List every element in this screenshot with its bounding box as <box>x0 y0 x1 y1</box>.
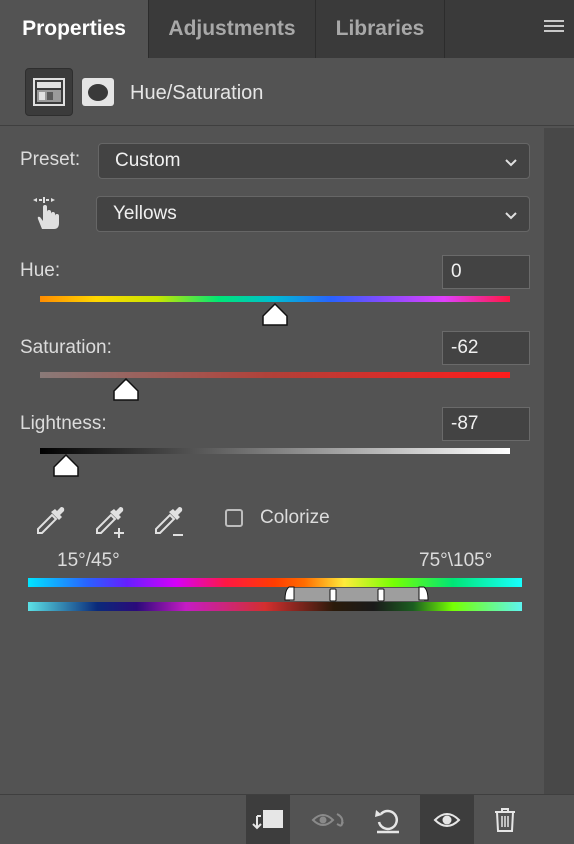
hue-slider-thumb[interactable] <box>261 303 289 327</box>
lightness-input[interactable]: -87 <box>442 407 530 441</box>
delete-button[interactable] <box>483 795 527 844</box>
range-falloff-left-handle[interactable] <box>283 586 295 602</box>
lightness-slider-track[interactable] <box>40 448 510 454</box>
toggle-visibility-button[interactable] <box>420 795 474 844</box>
trash-icon <box>495 808 515 832</box>
channel-value: Yellows <box>113 203 177 224</box>
tab-adjustments-label: Adjustments <box>168 17 296 40</box>
reset-button[interactable] <box>366 795 410 844</box>
preset-dropdown[interactable]: Custom <box>98 143 530 179</box>
source-color-bar <box>28 578 522 587</box>
targeted-adjustment-hand-icon[interactable] <box>32 195 66 231</box>
clip-to-layer-icon <box>252 810 283 830</box>
properties-header: Hue/Saturation <box>0 58 574 126</box>
channel-dropdown[interactable]: Yellows <box>96 196 530 232</box>
saturation-input[interactable]: -62 <box>442 331 530 365</box>
tab-properties-label: Properties <box>22 17 126 40</box>
layer-mask-icon[interactable] <box>82 78 114 106</box>
eyedropper-icon[interactable] <box>34 503 68 537</box>
eyedropper-subtract-icon[interactable] <box>152 503 188 539</box>
panel-menu-icon[interactable] <box>544 20 564 36</box>
panel-tab-bar: Properties Adjustments Libraries <box>0 0 574 58</box>
eyedropper-add-icon[interactable] <box>93 503 129 539</box>
adjustment-layer-icon[interactable] <box>25 68 73 116</box>
tab-libraries-label: Libraries <box>335 17 425 40</box>
tab-properties[interactable]: Properties <box>0 0 149 58</box>
saturation-slider-track[interactable] <box>40 372 510 378</box>
saturation-label: Saturation: <box>20 337 112 358</box>
preset-value: Custom <box>115 150 181 171</box>
eye-icon <box>433 813 461 827</box>
range-right-handle[interactable] <box>376 588 386 602</box>
range-left-handle[interactable] <box>328 588 338 602</box>
hue-input[interactable]: 0 <box>442 255 530 289</box>
color-range-selector[interactable] <box>290 588 424 601</box>
saturation-slider-thumb[interactable] <box>112 378 140 402</box>
range-falloff-right-handle[interactable] <box>418 586 430 602</box>
hue-label: Hue: <box>20 260 61 281</box>
range-right-readout: 75°\105° <box>419 550 493 571</box>
colorize-label: Colorize <box>260 507 330 528</box>
chevron-down-icon <box>505 212 517 220</box>
reset-icon <box>375 809 399 834</box>
adjustment-title: Hue/Saturation <box>130 82 264 104</box>
tab-adjustments[interactable]: Adjustments <box>149 0 316 58</box>
preset-label: Preset: <box>20 149 81 170</box>
eye-previous-icon <box>311 813 344 827</box>
range-left-readout: 15°/45° <box>57 550 120 571</box>
tab-libraries[interactable]: Libraries <box>316 0 445 58</box>
lightness-label: Lightness: <box>20 413 107 434</box>
lightness-slider-thumb[interactable] <box>52 454 80 478</box>
colorize-checkbox[interactable] <box>225 509 243 527</box>
chevron-down-icon <box>505 159 517 167</box>
clip-to-layer-button[interactable] <box>246 795 290 844</box>
bottom-toolbar <box>0 794 574 844</box>
scrollbar[interactable] <box>544 128 574 794</box>
hue-slider-track[interactable] <box>40 296 510 302</box>
adjusted-color-bar <box>28 602 522 611</box>
view-previous-state-button[interactable] <box>309 795 353 844</box>
